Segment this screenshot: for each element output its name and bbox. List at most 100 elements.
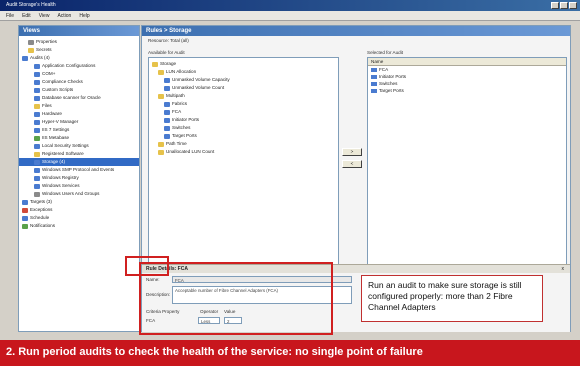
views-tree-item[interactable]: Schedule — [19, 214, 139, 222]
views-tree-item[interactable]: Files — [19, 102, 139, 110]
available-tree-item[interactable]: Storage — [149, 60, 338, 68]
views-tree-item[interactable]: Local Security Settings — [19, 142, 139, 150]
tree-node-label: Unmasked Volume Count — [172, 85, 225, 90]
tree-node-label: FCA — [172, 109, 182, 114]
tree-node-label: Fabrics — [172, 101, 188, 106]
available-tree-item[interactable]: Unallocated LUN Count — [149, 148, 338, 156]
details-close-icon[interactable]: x — [562, 266, 565, 272]
tree-node-label: Target Ports — [172, 133, 197, 138]
views-tree-item[interactable]: Properties — [19, 38, 139, 46]
tree-node-label: Targets (3) — [30, 199, 52, 204]
tree-node-icon — [164, 117, 170, 123]
rule-icon — [371, 81, 377, 86]
views-tree-item[interactable]: Audits (4) — [19, 54, 139, 62]
tree-node-icon — [22, 223, 28, 229]
rules-pane-title: Rules > Storage — [142, 26, 570, 36]
minimize-icon[interactable] — [551, 2, 559, 9]
caption-banner: 2. Run period audits to check the health… — [0, 340, 580, 366]
available-tree-item[interactable]: Unmasked Volume Count — [149, 84, 338, 92]
views-tree-item[interactable]: Notifications — [19, 222, 139, 230]
selected-item-label: Target Ports — [379, 88, 404, 93]
views-pane-title: Views — [19, 26, 139, 36]
views-tree-item[interactable]: Custom Scripts — [19, 86, 139, 94]
available-tree-item[interactable]: Target Ports — [149, 132, 338, 140]
available-tree-item[interactable]: Fabrics — [149, 100, 338, 108]
views-tree-item[interactable]: Storage (4) — [19, 158, 139, 166]
views-tree-item[interactable]: Exceptions — [19, 206, 139, 214]
tree-node-icon — [34, 151, 40, 157]
views-tree-item[interactable]: Windows Users And Groups — [19, 190, 139, 198]
selected-item[interactable]: Switches — [368, 80, 566, 87]
tree-node-label: Files — [42, 103, 52, 108]
views-tree-item[interactable]: Hyper-V Manager — [19, 118, 139, 126]
selected-for-audit-list: Name FCA Initiator Ports Switches Target Po… — [367, 57, 567, 273]
tree-node-label: Windows Registry — [42, 175, 79, 180]
menu-view[interactable]: View — [39, 13, 50, 19]
menu-action[interactable]: Action — [57, 13, 71, 19]
selected-item-label: FCA — [379, 67, 389, 72]
tree-node-icon — [34, 175, 40, 181]
tree-node-icon — [158, 93, 164, 99]
tree-node-icon — [34, 103, 40, 109]
views-tree-item[interactable]: Application Configurations — [19, 62, 139, 70]
tree-node-icon — [28, 39, 34, 45]
tree-node-label: Hardware — [42, 111, 62, 116]
views-tree-item[interactable]: Secrets — [19, 46, 139, 54]
views-tree-item[interactable]: IIS Metabase — [19, 134, 139, 142]
tree-node-icon — [22, 207, 28, 213]
views-tree-item[interactable]: COM+ — [19, 70, 139, 78]
tree-node-label: Windows SMP Protocol and Events — [42, 167, 115, 172]
tree-node-label: IIS 7 Settings — [42, 127, 70, 132]
views-tree-item[interactable]: Targets (3) — [19, 198, 139, 206]
views-pane: Views Properties Secrets Audits (4) Applica… — [18, 25, 140, 332]
tree-node-icon — [164, 77, 170, 83]
available-tree-item[interactable]: Initiator Ports — [149, 116, 338, 124]
tree-node-icon — [22, 55, 28, 61]
selected-item-label: Switches — [379, 81, 398, 86]
tree-node-icon — [34, 87, 40, 93]
tree-node-icon — [158, 149, 164, 155]
close-icon[interactable] — [569, 2, 577, 9]
views-tree-item[interactable]: Registered Software — [19, 150, 139, 158]
available-tree-list: Storage LUN Allocation Unmasked Volume Cap… — [149, 58, 338, 158]
views-tree-item[interactable]: Compliance Checks — [19, 78, 139, 86]
tree-node-label: Local Security Settings — [42, 143, 89, 148]
available-for-audit-tree: Storage LUN Allocation Unmasked Volume Cap… — [148, 57, 339, 273]
window-title: Audit Storage's Health — [6, 2, 56, 8]
tree-node-label: Hyper-V Manager — [42, 119, 79, 124]
available-tree-item[interactable]: Unmasked Volume Capacity — [149, 76, 338, 84]
tree-node-label: Notifications — [30, 223, 56, 228]
available-tree-item[interactable]: FCA — [149, 108, 338, 116]
views-tree-item[interactable]: IIS 7 Settings — [19, 126, 139, 134]
tree-node-icon — [34, 183, 40, 189]
menu-edit[interactable]: Edit — [22, 13, 31, 19]
available-tree-item[interactable]: LUN Allocation — [149, 68, 338, 76]
tree-node-label: Compliance Checks — [42, 79, 83, 84]
tree-node-icon — [164, 85, 170, 91]
tree-node-icon — [34, 143, 40, 149]
maximize-icon[interactable] — [560, 2, 568, 9]
views-tree-item[interactable]: Windows SMP Protocol and Events — [19, 166, 139, 174]
tree-node-label: Exceptions — [30, 207, 53, 212]
tree-node-icon — [158, 69, 164, 75]
add-rule-button[interactable]: > — [342, 148, 362, 156]
views-tree-item[interactable]: Hardware — [19, 110, 139, 118]
available-tree-item[interactable]: Multipath — [149, 92, 338, 100]
selected-item[interactable]: FCA — [368, 66, 566, 73]
tree-node-label: Properties — [36, 39, 57, 44]
available-tree-item[interactable]: Path Time — [149, 140, 338, 148]
menu-help[interactable]: Help — [79, 13, 89, 19]
tree-node-icon — [34, 127, 40, 133]
selected-item[interactable]: Initiator Ports — [368, 73, 566, 80]
tree-node-icon — [34, 79, 40, 85]
available-tree-item[interactable]: Switches — [149, 124, 338, 132]
views-tree-item[interactable]: Windows Services — [19, 182, 139, 190]
views-tree-item[interactable]: Windows Registry — [19, 174, 139, 182]
menu-file[interactable]: File — [6, 13, 14, 19]
rule-icon — [371, 74, 377, 79]
views-tree-item[interactable]: Database scanner for Oracle — [19, 94, 139, 102]
tree-node-label: Windows Services — [42, 183, 80, 188]
remove-rule-button[interactable]: < — [342, 160, 362, 168]
selected-item[interactable]: Target Ports — [368, 87, 566, 94]
selected-column-header[interactable]: Name — [368, 58, 566, 66]
